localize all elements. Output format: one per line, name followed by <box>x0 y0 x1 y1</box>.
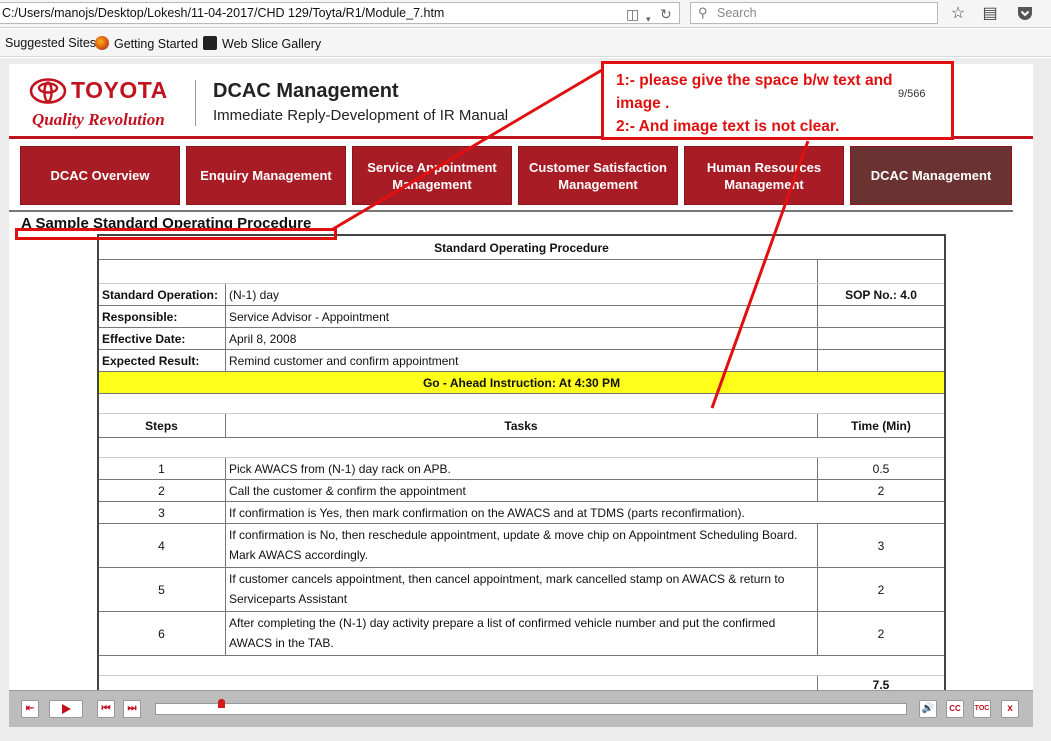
course-frame: TOYOTA Quality Revolution DCAC Managemen… <box>9 64 1033 694</box>
task-text: Pick AWACS from (N-1) day rack on APB. <box>229 461 451 476</box>
brand-name: TOYOTA <box>71 77 168 103</box>
task-text: If confirmation is No, then reschedule a… <box>229 528 798 562</box>
bookmark-label: Web Slice Gallery <box>222 37 322 51</box>
address-bar[interactable]: C:/Users/manojs/Desktop/Lokesh/11-04-201… <box>0 2 680 24</box>
search-placeholder: Search <box>717 6 757 20</box>
seek-thumb[interactable] <box>218 699 225 708</box>
url-text: C:/Users/manojs/Desktop/Lokesh/11-04-201… <box>2 6 445 20</box>
task-text: If confirmation is Yes, then mark confir… <box>229 505 745 520</box>
sop-meta-row: Expected Result: Remind customer and con… <box>99 350 944 372</box>
web-slice-icon <box>203 36 217 50</box>
field-value: April 8, 2008 <box>229 331 297 346</box>
table-row: 5 If customer cancels appointment, then … <box>99 568 944 612</box>
field-value: Service Advisor - Appointment <box>229 309 390 324</box>
next-icon[interactable]: ⏭ <box>123 700 141 718</box>
step-number: 4 <box>158 538 165 553</box>
table-row: 6 After completing the (N-1) day activit… <box>99 612 944 656</box>
step-number: 6 <box>158 626 165 641</box>
sop-blank-row <box>99 260 944 284</box>
star-icon[interactable]: ☆ <box>948 4 968 24</box>
field-label: Responsible: <box>102 309 178 324</box>
sop-blank-row <box>99 438 944 458</box>
sop-meta-row: Standard Operation: (N-1) day SOP No.: 4… <box>99 284 944 306</box>
sop-meta-row: Responsible: Service Advisor - Appointme… <box>99 306 944 328</box>
step-number: 3 <box>158 505 165 520</box>
bookmark-suggested-sites[interactable]: Suggested Sites <box>5 36 96 50</box>
step-number: 5 <box>158 582 165 597</box>
field-value: (N-1) day <box>229 287 280 302</box>
task-text: Call the customer & confirm the appointm… <box>229 483 466 498</box>
col-header-steps: Steps <box>145 418 178 433</box>
player-controls: ⇤ ⏮ ⏭ 🔊 CC TOC x <box>9 690 1033 727</box>
nav-customer-satisfaction-management[interactable]: Customer Satisfaction Management <box>518 146 678 205</box>
page-counter: 9/566 <box>898 88 926 100</box>
annotation-highlight-box <box>15 228 337 240</box>
table-header-row: Steps Tasks Time (Min) <box>99 414 944 438</box>
header-divider <box>195 80 196 126</box>
pocket-icon[interactable] <box>1015 4 1035 24</box>
reading-list-icon[interactable]: ▤ <box>980 4 1000 24</box>
page-compat-icon[interactable]: ◫ <box>626 4 639 23</box>
previous-icon[interactable]: ⏮ <box>97 700 115 718</box>
firefox-icon <box>95 36 109 50</box>
course-subtitle: Immediate Reply-Development of IR Manual <box>213 107 509 124</box>
time-value: 3 <box>877 538 885 553</box>
sop-blank-row <box>99 656 944 676</box>
field-value: Remind customer and confirm appointment <box>229 353 459 368</box>
section-rule <box>9 210 1013 212</box>
refresh-icon[interactable]: ↻ <box>660 4 672 23</box>
seek-bar[interactable] <box>155 703 907 715</box>
nav-dcac-overview[interactable]: DCAC Overview <box>20 146 180 205</box>
sop-number: SOP No.: 4.0 <box>845 287 917 302</box>
nav-dcac-management[interactable]: DCAC Management <box>850 146 1012 205</box>
course-title: DCAC Management <box>213 80 399 102</box>
time-value: 2 <box>877 582 885 597</box>
bookmark-label: Getting Started <box>114 37 199 51</box>
bookmarks-bar: Suggested Sites Getting Started Web Slic… <box>0 29 1051 57</box>
nav-service-appointment-management[interactable]: Service Appointment Management <box>352 146 512 205</box>
col-header-tasks: Tasks <box>504 418 538 433</box>
step-number: 2 <box>158 483 165 498</box>
table-row: 3 If confirmation is Yes, then mark conf… <box>99 502 944 524</box>
task-text: After completing the (N-1) day activity … <box>229 616 776 650</box>
sop-table: Standard Operating Procedure Standard Op… <box>97 234 946 694</box>
nav-enquiry-management[interactable]: Enquiry Management <box>186 146 346 205</box>
dropdown-icon[interactable]: ▾ <box>646 9 651 23</box>
volume-icon[interactable]: 🔊 <box>919 700 937 718</box>
field-label: Effective Date: <box>102 331 186 346</box>
search-input[interactable]: ⚲ Search <box>690 2 938 24</box>
time-value: 2 <box>877 483 885 498</box>
close-button[interactable]: x <box>1001 700 1019 718</box>
toyota-emblem-icon <box>29 78 67 104</box>
review-comment-box: 1:- please give the space b/w text and i… <box>601 61 954 140</box>
time-value: 0.5 <box>872 461 890 476</box>
course-stage: » TOYOTA Quality Revolution DCAC Managem… <box>0 58 1051 741</box>
search-icon: ⚲ <box>698 5 708 20</box>
task-text: If customer cancels appointment, then ca… <box>229 572 785 606</box>
comment-line: 2:- And image text is not clear. <box>616 118 840 135</box>
go-ahead-instruction: Go - Ahead Instruction: At 4:30 PM <box>422 375 621 390</box>
toyota-logo: TOYOTA Quality Revolution <box>29 76 184 132</box>
table-row: 1 Pick AWACS from (N-1) day rack on APB.… <box>99 458 944 480</box>
toc-button[interactable]: TOC <box>973 700 991 718</box>
field-label: Standard Operation: <box>102 287 219 302</box>
bookmark-web-slice-gallery[interactable]: Web Slice Gallery <box>203 36 321 51</box>
time-value: 2 <box>877 626 885 641</box>
browser-toolbar: C:/Users/manojs/Desktop/Lokesh/11-04-201… <box>0 0 1051 28</box>
exit-icon[interactable]: ⇤ <box>21 700 39 718</box>
bookmark-getting-started[interactable]: Getting Started <box>95 36 198 51</box>
sop-meta-row: Effective Date: April 8, 2008 <box>99 328 944 350</box>
nav-human-resources-management[interactable]: Human Resources Management <box>684 146 844 205</box>
brand-tagline: Quality Revolution <box>32 110 165 129</box>
sop-blank-row <box>99 394 944 414</box>
step-number: 1 <box>158 461 165 476</box>
table-row: 2 Call the customer & confirm the appoin… <box>99 480 944 502</box>
col-header-time: Time (Min) <box>851 418 911 433</box>
play-button[interactable] <box>49 700 83 718</box>
cc-button[interactable]: CC <box>946 700 964 718</box>
field-label: Expected Result: <box>102 353 200 368</box>
instruction-row: Go - Ahead Instruction: At 4:30 PM <box>99 372 944 394</box>
table-row: 4 If confirmation is No, then reschedule… <box>99 524 944 568</box>
